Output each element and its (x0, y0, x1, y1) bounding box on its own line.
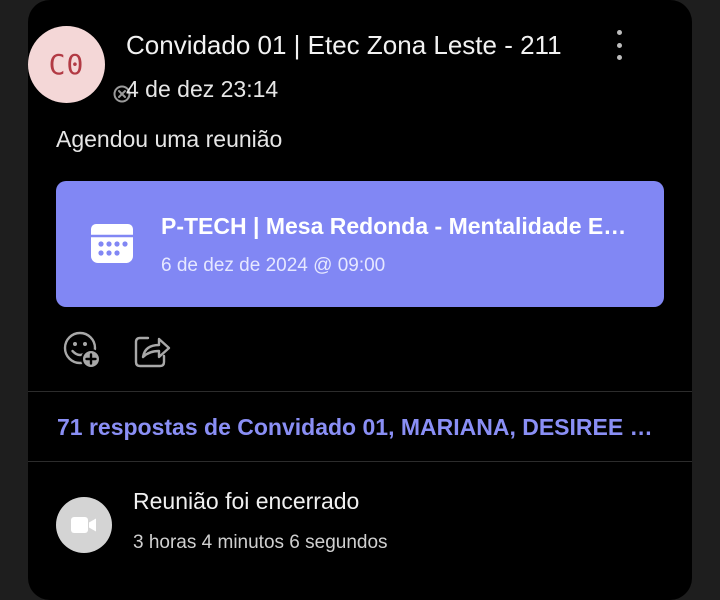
divider (28, 461, 692, 462)
more-vertical-icon[interactable] (608, 30, 630, 60)
add-reaction-icon[interactable] (62, 330, 102, 370)
author-name[interactable]: Convidado 01 | Etec Zona Leste - 211 (126, 30, 562, 61)
thread-replies-link[interactable]: 71 respostas de Convidado 01, MARIANA, D… (57, 414, 657, 441)
share-icon[interactable] (132, 330, 172, 370)
calendar-icon (90, 221, 134, 270)
post-timestamp: 4 de dez 23:14 (126, 76, 279, 102)
post-message: Agendou uma reunião (56, 126, 283, 152)
event-date: 6 de dez de 2024 @ 09:00 (161, 255, 386, 276)
avatar-initials: C0 (48, 48, 85, 81)
avatar[interactable]: C0 (28, 26, 105, 103)
event-card[interactable]: P-TECH | Mesa Redonda - Mentalidade Empr… (56, 181, 664, 307)
event-title: P-TECH | Mesa Redonda - Mentalidade Empr… (161, 213, 631, 239)
post-header: C0 Convidado 01 | Etec Zona Leste - 211 … (28, 26, 628, 107)
divider (28, 391, 692, 392)
call-duration: 3 horas 4 minutos 6 segundos (133, 532, 388, 553)
call-status-title: Reunião foi encerrado (133, 488, 360, 514)
video-camera-icon (56, 497, 112, 553)
